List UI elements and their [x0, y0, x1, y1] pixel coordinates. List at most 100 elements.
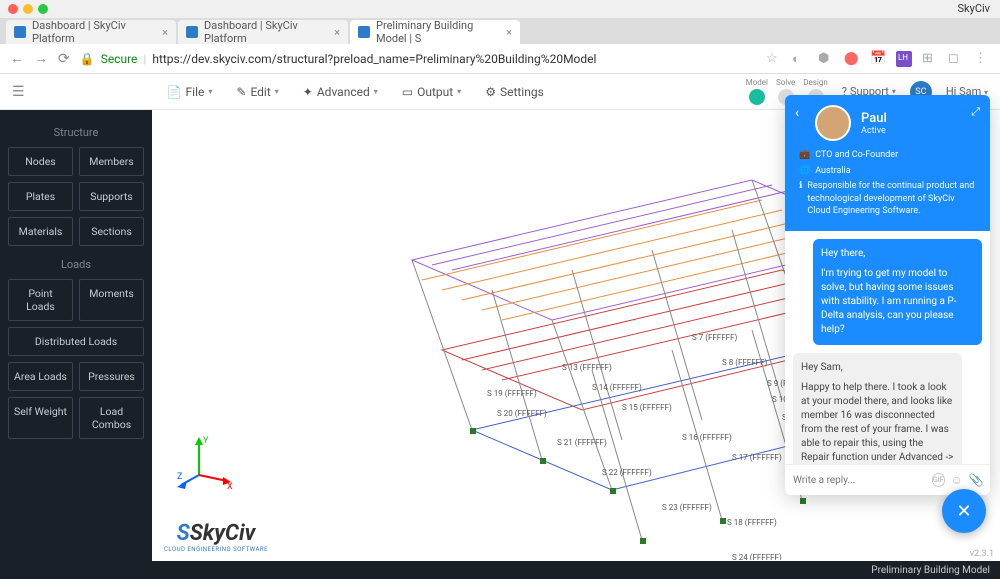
svg-text:X: X [227, 482, 233, 491]
svg-text:S 17 (FFFFFF): S 17 (FFFFFF) [732, 453, 782, 462]
svg-text:S 15 (FFFFFF): S 15 (FFFFFF) [622, 403, 672, 412]
forward-icon[interactable]: → [34, 50, 48, 67]
self-weight-button[interactable]: Self Weight [8, 397, 73, 439]
settings-menu[interactable]: ⚙Settings [473, 85, 556, 99]
browser-tab-active[interactable]: Preliminary Building Model | S× [350, 20, 520, 44]
close-tab-icon[interactable]: × [334, 26, 340, 39]
close-window-dot[interactable] [8, 4, 18, 14]
menu-icon[interactable]: ⋮ [974, 51, 990, 67]
msd-label: Model [746, 78, 768, 87]
point-loads-button[interactable]: Point Loads [8, 279, 73, 321]
favicon-icon [14, 26, 26, 38]
svg-text:S 7 (FFFFFF): S 7 (FFFFFF) [692, 333, 737, 342]
reload-icon[interactable]: ⟳ [58, 51, 70, 67]
favicon-icon [186, 26, 198, 38]
msd-label: Design [803, 78, 827, 87]
favicon-icon [358, 26, 370, 38]
file-icon: 📄 [167, 85, 182, 99]
browser-toolbar-icons: ☆ ◐ ⬢ ⬤ 📅 LH ⊞ ◻ ⋮ [766, 51, 990, 67]
chat-header: ‹ ⤢ Paul Active 💼CTO and Co-Founder 🌐Aus… [785, 95, 990, 231]
globe-icon: 🌐 [799, 165, 810, 178]
chat-close-fab[interactable]: ✕ [942, 489, 986, 533]
chat-back-icon[interactable]: ‹ [795, 105, 799, 121]
svg-text:Z: Z [177, 472, 183, 482]
hamburger-icon[interactable]: ☰ [12, 84, 25, 100]
attach-icon[interactable]: 📎 [969, 473, 984, 487]
sidebar: Structure NodesMembers PlatesSupports Ma… [0, 110, 152, 561]
secure-label: Secure [101, 52, 138, 66]
extension-icon[interactable]: 📅 [870, 51, 886, 67]
browser-tab[interactable]: Dashboard | SkyCiv Platform × [6, 20, 176, 44]
output-icon: ▭ [402, 85, 413, 99]
svg-text:S 21 (FFFFFF): S 21 (FFFFFF) [557, 438, 607, 447]
extension-icon[interactable]: ◐ [792, 51, 808, 67]
extension-icon[interactable]: ⊞ [922, 51, 938, 67]
minimize-window-dot[interactable] [23, 4, 33, 14]
status-bar: Preliminary Building Model [0, 561, 1000, 579]
svg-text:S 23 (FFFFFF): S 23 (FFFFFF) [662, 503, 712, 512]
chat-messages[interactable]: Hey there, I'm trying to get my model to… [785, 231, 990, 464]
extension-icon[interactable]: ⬢ [818, 51, 834, 67]
maximize-window-dot[interactable] [38, 4, 48, 14]
materials-button[interactable]: Materials [8, 217, 73, 246]
tab-title: Dashboard | SkyCiv Platform [204, 19, 328, 45]
svg-text:S 14 (FFFFFF): S 14 (FFFFFF) [592, 383, 642, 392]
agent-name: Paul [861, 111, 887, 126]
moments-button[interactable]: Moments [79, 279, 144, 321]
supports-button[interactable]: Supports [79, 182, 144, 211]
user-message: Hey there, I'm trying to get my model to… [813, 239, 982, 345]
members-button[interactable]: Members [79, 147, 144, 176]
msd-label: Solve [776, 78, 795, 87]
svg-text:S 16 (FFFFFF): S 16 (FFFFFF) [682, 433, 732, 442]
info-icon: ℹ [799, 180, 802, 193]
area-loads-button[interactable]: Area Loads [8, 362, 73, 391]
skyciv-logo: SSkyCivSkyCiv CLOUD ENGINEERING SOFTWARE [164, 521, 268, 553]
back-icon[interactable]: ← [10, 50, 24, 67]
svg-text:Y: Y [203, 436, 209, 446]
svg-text:S 13 (FFFFFF): S 13 (FFFFFF) [562, 363, 612, 372]
pressures-button[interactable]: Pressures [79, 362, 144, 391]
app-name-corner: SkyCiv [958, 2, 990, 15]
nodes-button[interactable]: Nodes [8, 147, 73, 176]
load-combos-button[interactable]: Load Combos [79, 397, 144, 439]
svg-text:S 20 (FFFFFF): S 20 (FFFFFF) [497, 409, 547, 418]
chevron-down-icon: ▾ [374, 87, 378, 96]
emoji-icon[interactable]: ☺ [951, 473, 963, 487]
distributed-loads-button[interactable]: Distributed Loads [8, 327, 144, 356]
advanced-menu[interactable]: ✦Advanced▾ [291, 85, 390, 99]
model-step-icon[interactable] [749, 89, 765, 105]
briefcase-icon: 💼 [799, 149, 810, 162]
extension-icon[interactable]: ◻ [948, 51, 964, 67]
file-menu[interactable]: 📄File▾ [155, 85, 225, 99]
extension-icon[interactable]: LH [896, 51, 912, 67]
browser-tab[interactable]: Dashboard | SkyCiv Platform × [178, 20, 348, 44]
extension-icon[interactable]: ⬤ [844, 51, 860, 67]
sections-button[interactable]: Sections [79, 217, 144, 246]
tab-title: Dashboard | SkyCiv Platform [32, 19, 156, 45]
chat-reply-input[interactable] [793, 475, 926, 486]
gear-icon: ⚙ [485, 85, 496, 99]
gif-button[interactable]: GIF [932, 473, 945, 487]
svg-text:S 18 (FFFFFF): S 18 (FFFFFF) [727, 518, 777, 527]
svg-text:S 8 (FFFFFF): S 8 (FFFFFF) [722, 358, 767, 367]
url-field[interactable]: 🔒 Secure | https://dev.skyciv.com/struct… [80, 52, 756, 66]
agent-location: Australia [815, 165, 850, 178]
svg-text:S 24 (FFFFFF): S 24 (FFFFFF) [732, 553, 782, 560]
wand-icon: ✦ [303, 85, 313, 99]
agent-status: Active [861, 126, 887, 136]
url-text: https://dev.skyciv.com/structural?preloa… [152, 52, 596, 66]
chat-panel: ‹ ⤢ Paul Active 💼CTO and Co-Founder 🌐Aus… [785, 95, 990, 495]
version-label: v2.3.1 [970, 549, 994, 559]
agent-avatar [815, 105, 851, 141]
sidebar-section-loads: Loads [8, 258, 144, 271]
chevron-down-icon: ▾ [275, 87, 279, 96]
output-menu[interactable]: ▭Output▾ [390, 85, 473, 99]
close-tab-icon[interactable]: × [506, 26, 512, 39]
plates-button[interactable]: Plates [8, 182, 73, 211]
chevron-down-icon: ▾ [208, 87, 212, 96]
chat-expand-icon[interactable]: ⤢ [971, 105, 980, 119]
close-tab-icon[interactable]: × [162, 26, 168, 39]
star-icon[interactable]: ☆ [766, 51, 782, 67]
edit-menu[interactable]: ✎Edit▾ [224, 85, 290, 99]
axis-gizmo: Y X Z [177, 435, 233, 491]
